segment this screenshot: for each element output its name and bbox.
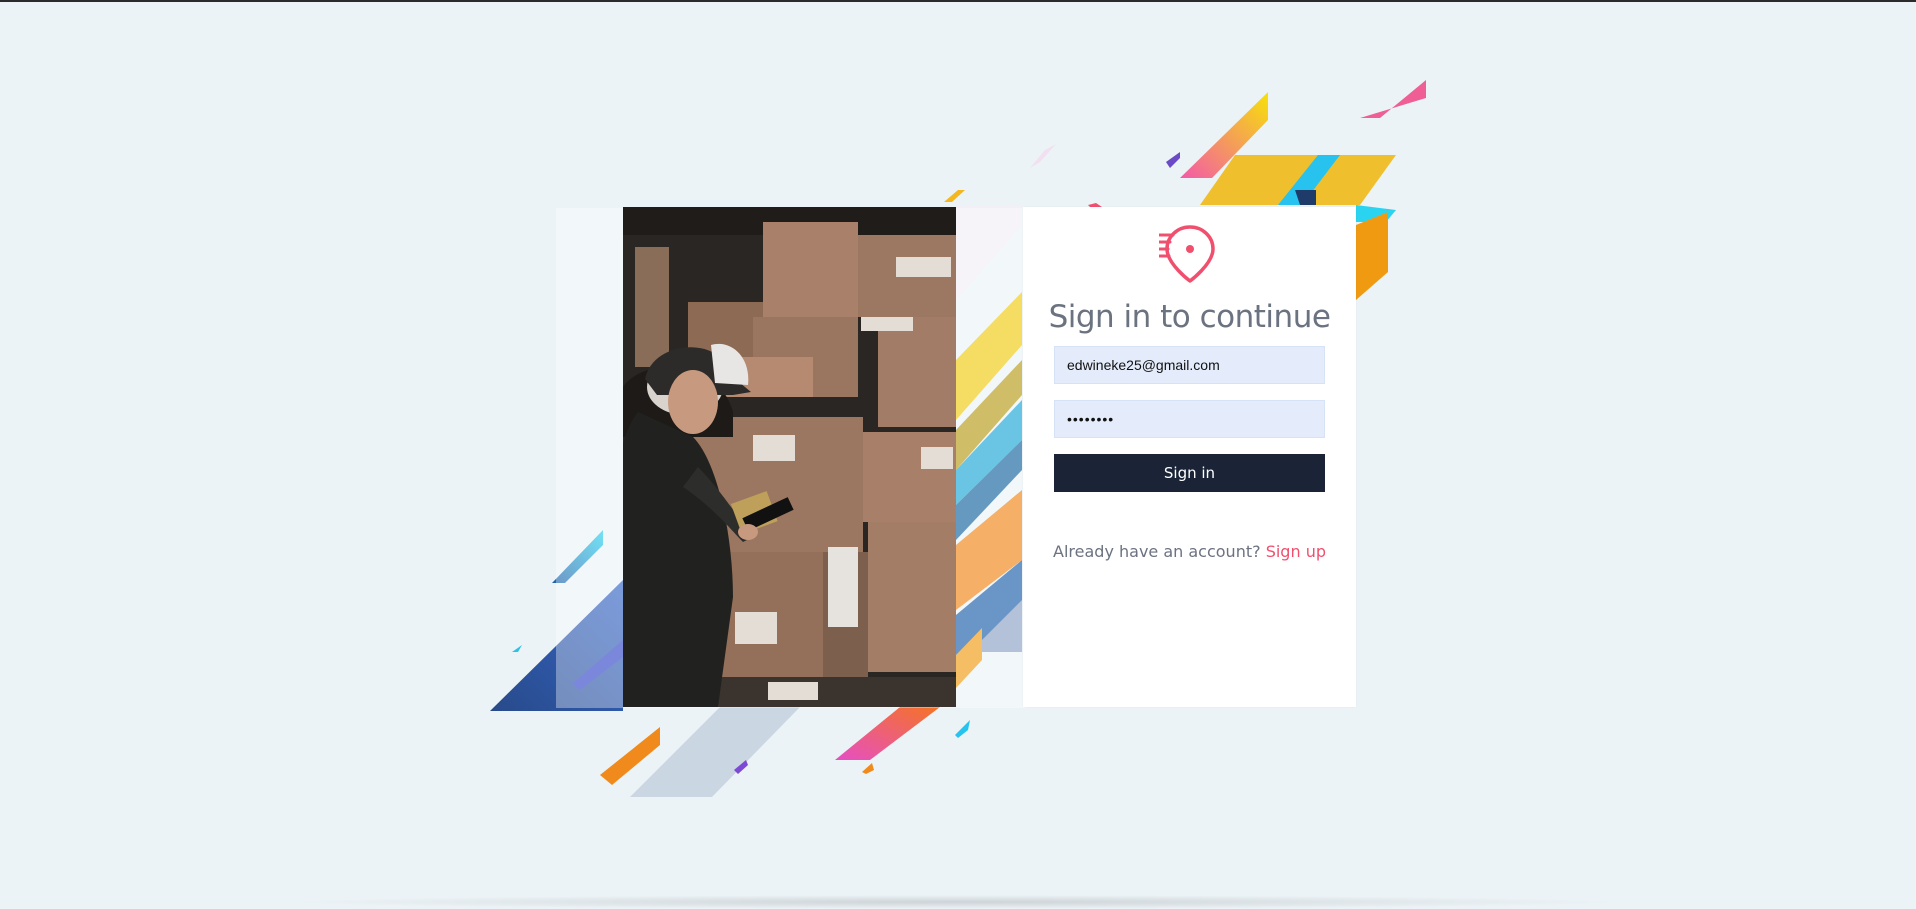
sign-up-link[interactable]: Sign up — [1266, 542, 1326, 561]
login-card: Sign in to continue Sign in Already have… — [1023, 207, 1356, 707]
login-scene: Sign in to continue Sign in Already have… — [0, 0, 1916, 909]
sign-in-button[interactable]: Sign in — [1054, 454, 1325, 492]
email-field[interactable] — [1054, 346, 1325, 384]
account-prompt-text: Already have an account? — [1053, 542, 1261, 561]
page-title: Sign in to continue — [1048, 299, 1331, 335]
hero-photo — [623, 207, 956, 707]
location-pin-icon — [1159, 225, 1215, 283]
password-field[interactable] — [1054, 400, 1325, 438]
account-prompt-line: Already have an account? Sign up — [1023, 542, 1356, 561]
